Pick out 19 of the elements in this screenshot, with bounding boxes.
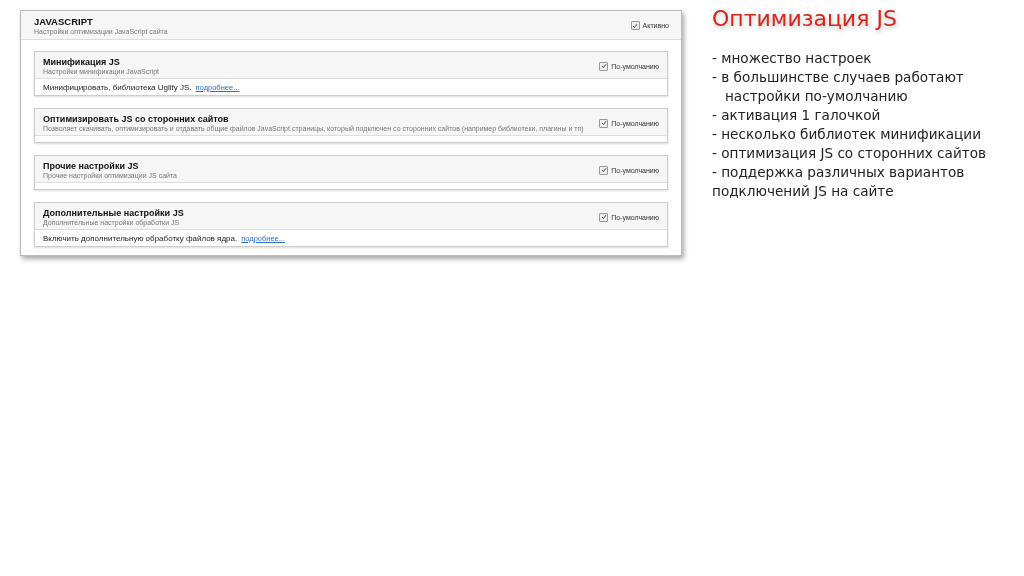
bullet-text: - несколько библиотек минификации (712, 125, 982, 144)
checkbox[interactable] (630, 21, 640, 30)
bullet-text: - в большинстве случаев работают настройки по-умолчанию (712, 68, 965, 106)
checkbox[interactable] (599, 212, 609, 222)
checkbox[interactable] (599, 61, 609, 71)
section-title: Прочие настройки JS (43, 161, 140, 171)
bullet-text: - множество настроек (712, 49, 873, 68)
section-title: Минификация JS (43, 57, 121, 67)
bullet-text: - поддержка различных вариантов подключений JS на сайте (712, 163, 966, 201)
slide-title: Оптимизация JS (712, 6, 898, 31)
bullet-text: - оптимизация JS со сторонних сайтов (712, 144, 986, 163)
section-title: Оптимизировать JS со сторонних сайтов (43, 114, 230, 124)
option-text: Включить дополнительную обработку файлов ядра. (43, 233, 238, 243)
panel-title: JAVASCRIPT (34, 16, 94, 27)
option-text: Минифицировать, библиотека Uglify JS. (43, 82, 192, 92)
checkbox[interactable] (599, 165, 609, 175)
section-title: Дополнительные настройки JS (43, 208, 184, 218)
checkbox[interactable] (599, 118, 609, 128)
bullet-text: - активация 1 галочкой (712, 106, 882, 125)
